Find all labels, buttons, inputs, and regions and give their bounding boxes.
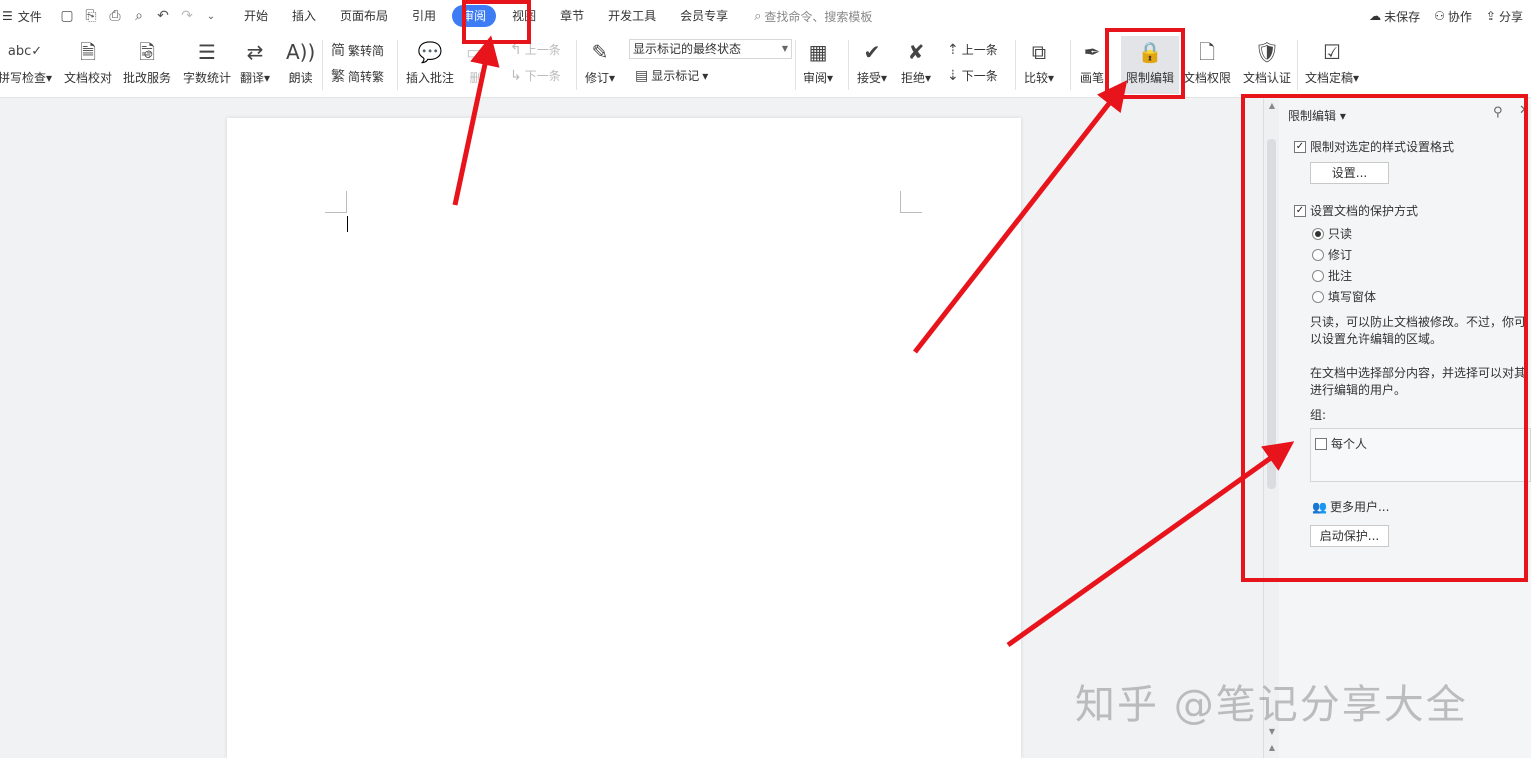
arrow-to-panel (1006, 441, 1295, 648)
watermark-text: 知乎 @笔记分享大全 (1075, 682, 1468, 728)
arrow-to-review-tab (452, 35, 500, 206)
arrow-to-restrict-button (913, 80, 1128, 354)
annotation-arrows (452, 35, 1295, 648)
